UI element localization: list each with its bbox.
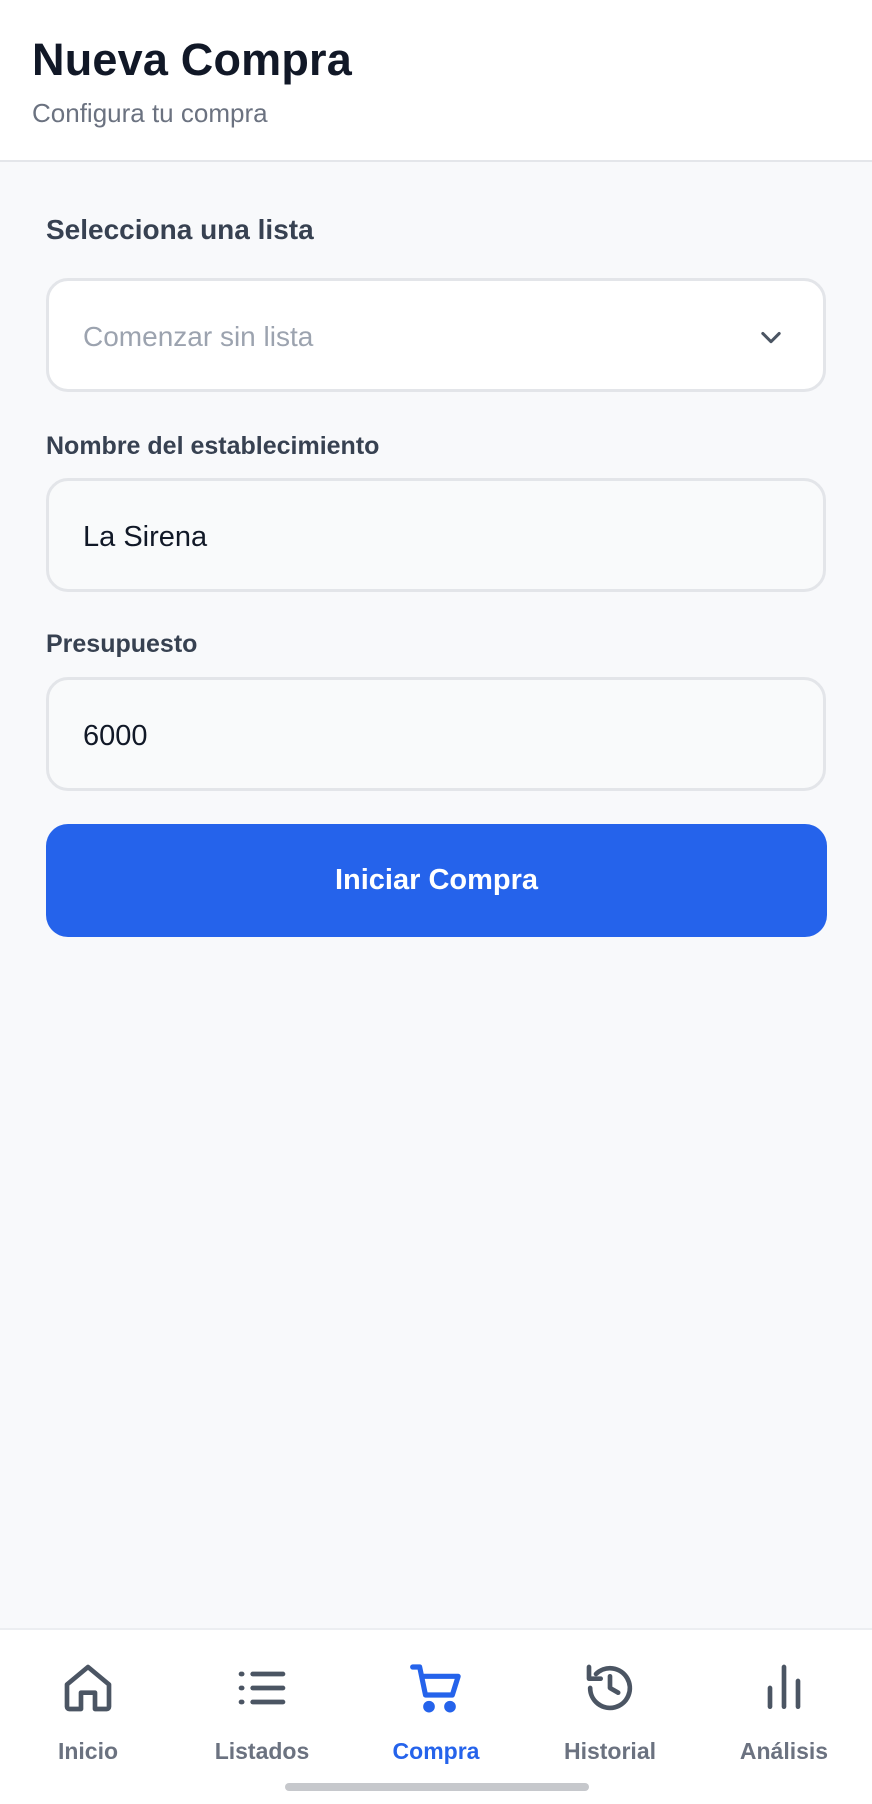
store-name-input[interactable]: La Sirena bbox=[46, 478, 826, 592]
page-subtitle: Configura tu compra bbox=[32, 98, 268, 128]
home-indicator[interactable] bbox=[285, 1783, 589, 1791]
nav-item-listados[interactable]: Listados bbox=[182, 1660, 342, 1770]
cart-icon bbox=[410, 1664, 461, 1713]
nav-item-analisis[interactable]: Análisis bbox=[704, 1660, 864, 1770]
nav-label-inicio: Inicio bbox=[57, 1738, 119, 1764]
new-purchase-screen: Nueva Compra Configura tu compra Selecci… bbox=[0, 0, 872, 1804]
nav-label-analisis: Análisis bbox=[739, 1738, 829, 1764]
store-name-label: Nombre del establecimiento bbox=[46, 432, 380, 460]
bottom-navigation: Inicio Listados Compra Historial Análisi… bbox=[0, 1628, 872, 1804]
list-select[interactable]: Comenzar sin lista bbox=[46, 278, 826, 392]
budget-input[interactable]: 6000 bbox=[46, 677, 826, 791]
list-section-title: Selecciona una lista bbox=[46, 214, 314, 245]
store-name-value: La Sirena bbox=[83, 521, 208, 553]
list-icon bbox=[238, 1671, 286, 1705]
nav-label-compra: Compra bbox=[392, 1738, 480, 1764]
home-icon bbox=[64, 1664, 112, 1712]
budget-value: 6000 bbox=[83, 720, 148, 752]
start-purchase-button[interactable]: Iniciar Compra bbox=[46, 824, 827, 937]
chevron-down-icon bbox=[761, 331, 781, 344]
page-title: Nueva Compra bbox=[32, 34, 352, 85]
history-icon bbox=[586, 1664, 633, 1711]
nav-item-historial[interactable]: Historial bbox=[530, 1660, 690, 1770]
budget-label: Presupuesto bbox=[46, 630, 198, 658]
nav-item-compra[interactable]: Compra bbox=[356, 1660, 516, 1770]
nav-label-listados: Listados bbox=[214, 1738, 310, 1764]
nav-item-inicio[interactable]: Inicio bbox=[8, 1660, 168, 1770]
nav-label-historial: Historial bbox=[563, 1738, 657, 1764]
page-header: Nueva Compra Configura tu compra bbox=[0, 0, 872, 162]
list-select-value: Comenzar sin lista bbox=[83, 321, 314, 352]
bar-chart-icon bbox=[767, 1664, 801, 1709]
